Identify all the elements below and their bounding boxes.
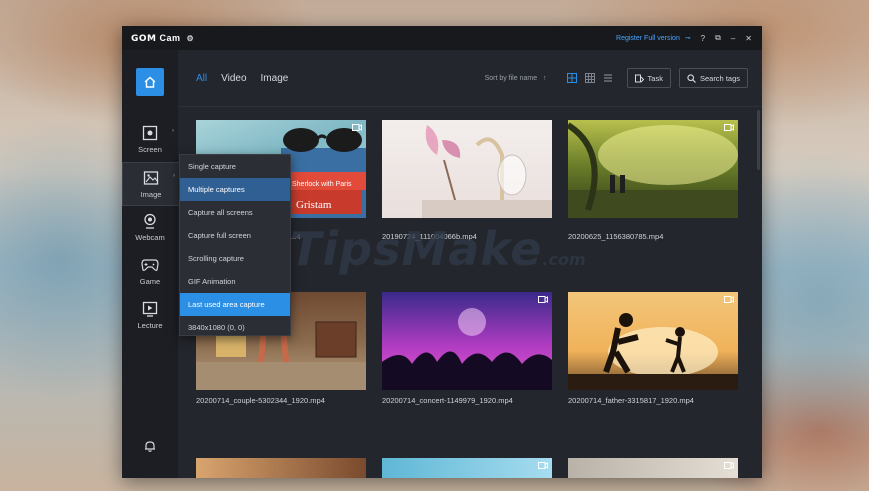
app-name: Cam	[159, 32, 181, 43]
sidebar-item-label: Webcam	[135, 233, 165, 242]
key-icon: ⊸	[684, 35, 691, 42]
park-couple-photo	[568, 122, 738, 218]
list-view-button[interactable]	[603, 73, 613, 83]
concert-crowd-photo	[382, 308, 552, 390]
video-badge-icon	[538, 296, 548, 303]
sort-label: Sort by file name	[484, 74, 538, 82]
task-button[interactable]: Task	[626, 68, 671, 88]
image-icon	[142, 169, 160, 187]
title-bar: GOM Cam ⚙ Register Full version ⊸ ? ⧉ – …	[122, 26, 762, 50]
register-full-version-link[interactable]: Register Full version ⊸	[616, 34, 691, 42]
tab-image[interactable]: Image	[261, 73, 289, 84]
menu-item-capture-full-screen[interactable]: Capture full screen	[180, 224, 290, 247]
grid-small-view-button[interactable]	[584, 73, 595, 83]
book-subtitle-text: Gristam	[296, 199, 332, 211]
menu-item-last-used-area-capture[interactable]: Last used area capture	[180, 293, 290, 316]
media-thumbnail[interactable]	[568, 458, 738, 478]
home-icon	[144, 76, 156, 88]
notification-button[interactable]	[140, 436, 160, 456]
media-thumbnail[interactable]	[382, 292, 552, 390]
grid-large-icon	[566, 73, 577, 83]
menu-item-resolution[interactable]: 3840x1080 (0, 0)	[180, 316, 290, 339]
media-caption: 20200714_couple-5302344_1920.mp4	[196, 396, 325, 405]
task-label: Task	[647, 73, 663, 83]
toolbar-divider	[178, 106, 762, 107]
sidebar-item-game[interactable]: Game	[122, 250, 178, 292]
flower-lamp-photo	[422, 125, 552, 218]
chevron-right-icon: ›	[173, 173, 175, 179]
sidebar-item-label: Screen	[138, 145, 162, 154]
menu-item-scrolling-capture[interactable]: Scrolling capture	[180, 247, 290, 270]
chevron-right-icon: ›	[172, 128, 174, 134]
media-thumbnail[interactable]	[568, 292, 738, 390]
sidebar-item-label: Game	[139, 277, 161, 286]
video-badge-icon	[724, 124, 734, 131]
media-thumbnail[interactable]	[196, 458, 366, 478]
close-button[interactable]: ✕	[745, 34, 752, 43]
sort-arrow-icon: ↑	[543, 74, 547, 82]
lecture-play-icon	[141, 300, 159, 318]
menu-item-gif-animation[interactable]: GIF Animation	[180, 270, 290, 293]
restore-button[interactable]: ⧉	[715, 33, 721, 43]
sidebar-item-webcam[interactable]: Webcam	[122, 206, 178, 248]
menu-item-multiple-captures[interactable]: Multiple captures	[180, 178, 290, 201]
image-capture-menu: Single capture Multiple captures Capture…	[179, 154, 291, 336]
sidebar-item-label: Lecture	[137, 321, 163, 330]
app-brand: GOM	[131, 33, 157, 44]
sort-dropdown[interactable]: Sort by file name ↑	[485, 75, 547, 82]
video-badge-icon	[352, 124, 362, 131]
tab-all[interactable]: All	[196, 73, 207, 84]
video-badge-icon	[538, 462, 548, 469]
register-label: Register Full version	[616, 35, 680, 42]
grid-small-icon	[584, 73, 595, 83]
media-thumbnail[interactable]	[382, 120, 552, 218]
search-icon	[687, 73, 696, 83]
gamepad-icon	[141, 256, 159, 274]
watermark-main: TipsMake	[290, 222, 543, 276]
screen-record-icon	[141, 124, 159, 142]
media-caption: 20200714_father-3315817_1920.mp4	[568, 396, 694, 405]
grid-large-view-button[interactable]	[566, 73, 577, 83]
media-caption: 20200714_concert-1149979_1920.mp4	[382, 396, 513, 405]
list-icon	[603, 74, 612, 82]
bell-icon	[145, 441, 155, 452]
sidebar: Screen › Image › Webcam Game Lecture	[122, 50, 180, 478]
search-tags-button[interactable]: Search tags	[678, 68, 748, 88]
media-thumbnail[interactable]	[382, 458, 552, 478]
book-title-text: Sherlock with Paris	[292, 181, 352, 188]
video-badge-icon	[724, 462, 734, 469]
app-logo: GOM Cam ⚙	[131, 33, 194, 44]
scrollbar[interactable]	[757, 110, 760, 170]
search-tags-label: Search tags	[699, 73, 740, 83]
minimize-button[interactable]: –	[731, 34, 735, 43]
help-button[interactable]: ?	[701, 34, 705, 43]
tab-video[interactable]: Video	[221, 73, 246, 84]
sidebar-item-label: Image	[140, 190, 162, 199]
tipsmake-watermark: TipsMake.com	[290, 222, 586, 276]
media-thumbnail[interactable]	[568, 120, 738, 218]
watermark-suffix: .com	[542, 250, 586, 269]
menu-item-capture-all-screens[interactable]: Capture all screens	[180, 201, 290, 224]
webcam-icon	[141, 212, 159, 230]
sidebar-item-screen[interactable]: Screen ›	[122, 118, 178, 160]
video-badge-icon	[724, 296, 734, 303]
settings-gear-icon[interactable]: ⚙	[187, 34, 195, 43]
sidebar-item-image[interactable]: Image ›	[122, 162, 180, 206]
toolbar: All Video Image Sort by file name ↑ Task	[178, 50, 762, 106]
filter-tabs: All Video Image	[196, 73, 302, 84]
father-son-sunset-photo	[568, 313, 738, 390]
sidebar-item-lecture[interactable]: Lecture	[122, 294, 178, 336]
home-button[interactable]	[136, 68, 164, 96]
task-icon	[634, 74, 644, 82]
menu-item-single-capture[interactable]: Single capture	[180, 155, 290, 178]
